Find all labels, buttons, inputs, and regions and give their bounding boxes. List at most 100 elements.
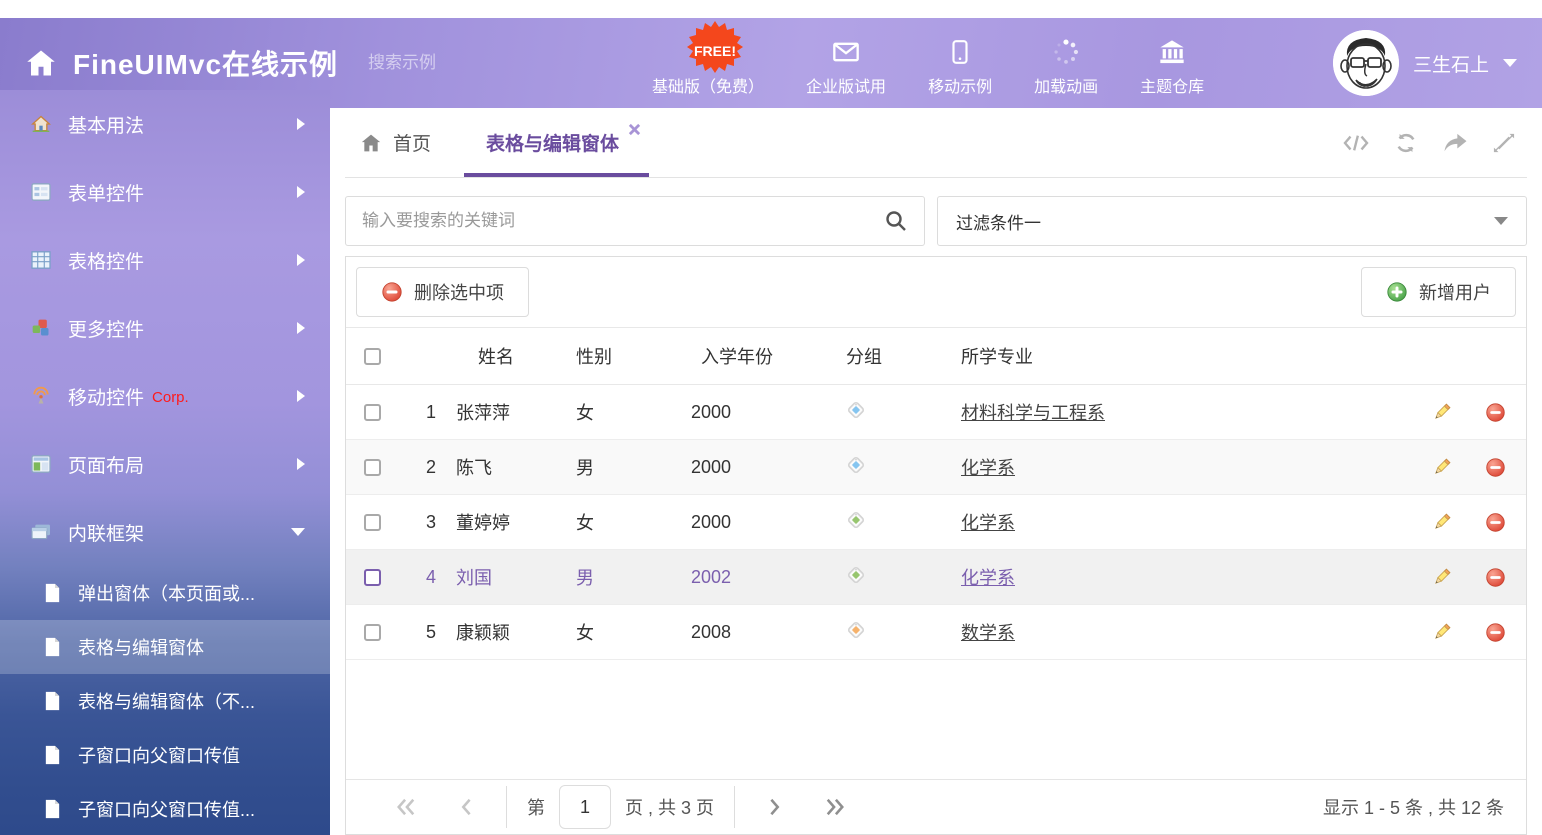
- major-link[interactable]: 数学系: [961, 623, 1015, 643]
- envelope-icon: [831, 38, 861, 66]
- bank-icon: [1157, 38, 1187, 66]
- close-icon[interactable]: [628, 123, 641, 141]
- nav-item-theme-repo[interactable]: 主题仓库: [1140, 30, 1204, 97]
- delete-icon[interactable]: [1464, 457, 1526, 478]
- sidebar-item-form-controls[interactable]: 表单控件: [0, 158, 330, 226]
- column-header-major[interactable]: 所学专业: [941, 343, 1419, 369]
- chevron-down-icon: [1494, 217, 1508, 225]
- home-icon: [360, 133, 382, 153]
- cell-year: 2002: [671, 567, 826, 588]
- major-link[interactable]: 材料科学与工程系: [961, 403, 1105, 423]
- filter-dropdown[interactable]: 过滤条件一: [937, 196, 1527, 246]
- filter-row: 过滤条件一: [345, 196, 1527, 246]
- table-row[interactable]: 3 董婷婷 女 2000 化学系: [346, 495, 1526, 550]
- cell-gender: 男: [556, 564, 671, 590]
- row-checkbox[interactable]: [364, 404, 381, 421]
- sidebar-subitem-child-to-parent-2[interactable]: 子窗口向父窗口传值...: [0, 782, 330, 835]
- major-link[interactable]: 化学系: [961, 513, 1015, 533]
- minus-circle-icon: [381, 281, 403, 303]
- next-page-icon[interactable]: [768, 797, 782, 817]
- grid-empty-area: [346, 660, 1526, 779]
- row-number: 3: [398, 512, 436, 533]
- nav-item-loading-animation[interactable]: 加载动画: [1034, 30, 1098, 97]
- header-search[interactable]: [368, 52, 573, 74]
- keyword-search-input[interactable]: [362, 211, 884, 231]
- sidebar-subitem-grid-edit-window[interactable]: 表格与编辑窗体: [0, 620, 330, 674]
- delete-icon[interactable]: [1464, 622, 1526, 643]
- page-number-input[interactable]: [559, 785, 611, 829]
- expand-icon[interactable]: [1493, 132, 1515, 154]
- select-all-checkbox[interactable]: [364, 348, 381, 365]
- tag-icon: [846, 400, 866, 420]
- tab-grid-edit-window[interactable]: 表格与编辑窗体: [464, 108, 649, 177]
- row-checkbox[interactable]: [364, 624, 381, 641]
- sidebar-item-basic-usage[interactable]: 基本用法: [0, 90, 330, 158]
- keyword-search[interactable]: [345, 196, 925, 246]
- row-checkbox[interactable]: [364, 514, 381, 531]
- delete-selected-button[interactable]: 删除选中项: [356, 267, 529, 317]
- edit-icon[interactable]: [1419, 402, 1464, 422]
- sidebar-subitem-child-to-parent[interactable]: 子窗口向父窗口传值: [0, 728, 330, 782]
- row-checkbox[interactable]: [364, 569, 381, 586]
- edit-icon[interactable]: [1419, 567, 1464, 587]
- last-page-icon[interactable]: [824, 797, 846, 817]
- sidebar-item-page-layout[interactable]: 页面布局: [0, 430, 330, 498]
- major-link[interactable]: 化学系: [961, 458, 1015, 478]
- source-code-icon[interactable]: [1343, 132, 1369, 154]
- share-icon[interactable]: [1443, 132, 1468, 154]
- edit-icon[interactable]: [1419, 512, 1464, 532]
- table-row[interactable]: 2 陈飞 男 2000 化学系: [346, 440, 1526, 495]
- nav-item-mobile-demo[interactable]: 移动示例: [928, 30, 992, 97]
- column-header-gender[interactable]: 性别: [556, 343, 671, 369]
- sidebar-item-mobile-controls[interactable]: 移动控件 Corp.: [0, 362, 330, 430]
- cell-name: 董婷婷: [436, 509, 556, 535]
- table-row[interactable]: 5 康颖颖 女 2008 数学系: [346, 605, 1526, 660]
- sidebar-item-inline-frame[interactable]: 内联框架: [0, 498, 330, 566]
- prev-page-icon[interactable]: [459, 797, 473, 817]
- delete-icon[interactable]: [1464, 402, 1526, 423]
- sidebar-subitem-grid-edit-window-2[interactable]: 表格与编辑窗体（不...: [0, 674, 330, 728]
- tab-home[interactable]: 首页: [360, 129, 431, 156]
- add-user-button[interactable]: 新增用户: [1361, 267, 1516, 317]
- delete-icon[interactable]: [1464, 512, 1526, 533]
- phone-icon: [947, 38, 973, 66]
- header-search-input[interactable]: [368, 53, 589, 73]
- chevron-right-icon: [297, 186, 305, 198]
- column-header-year[interactable]: 入学年份: [671, 343, 826, 369]
- refresh-icon[interactable]: [1394, 132, 1418, 154]
- user-menu[interactable]: 三生石上: [1333, 30, 1517, 96]
- major-link[interactable]: 化学系: [961, 568, 1015, 588]
- avatar-face-icon: [1333, 30, 1399, 96]
- sidebar-subitem-popup-window[interactable]: 弹出窗体（本页面或...: [0, 566, 330, 620]
- tab-bar: 首页 表格与编辑窗体: [345, 108, 1527, 178]
- sidebar: 基本用法 表单控件 表格控件 更多控件 移动控件 Corp. 页面布局 内联框架…: [0, 90, 330, 835]
- column-header-name[interactable]: 姓名: [436, 343, 556, 369]
- nav-item-enterprise-trial[interactable]: 企业版试用: [806, 30, 886, 97]
- cell-year: 2008: [671, 622, 826, 643]
- app-title: FineUIMvc在线示例: [73, 43, 338, 83]
- sidebar-item-grid-controls[interactable]: 表格控件: [0, 226, 330, 294]
- page-icon: [44, 583, 61, 603]
- cell-gender: 男: [556, 454, 671, 480]
- edit-icon[interactable]: [1419, 622, 1464, 642]
- cell-name: 刘国: [436, 564, 556, 590]
- row-checkbox[interactable]: [364, 459, 381, 476]
- sidebar-item-more-controls[interactable]: 更多控件: [0, 294, 330, 362]
- avatar[interactable]: [1333, 30, 1399, 96]
- wireless-icon: [30, 386, 52, 406]
- brand[interactable]: FineUIMvc在线示例: [25, 43, 338, 83]
- tag-icon: [846, 510, 866, 530]
- table-row[interactable]: 4 刘国 男 2002 化学系: [346, 550, 1526, 605]
- cell-gender: 女: [556, 619, 671, 645]
- frames-icon: [30, 523, 52, 541]
- table-row[interactable]: 1 张萍萍 女 2000 材料科学与工程系: [346, 385, 1526, 440]
- edit-icon[interactable]: [1419, 457, 1464, 477]
- row-number: 4: [398, 567, 436, 588]
- column-header-group[interactable]: 分组: [826, 343, 941, 369]
- tab-toolbar: [1343, 132, 1515, 154]
- delete-icon[interactable]: [1464, 567, 1526, 588]
- form-icon: [30, 183, 52, 201]
- page-icon: [44, 691, 61, 711]
- search-icon[interactable]: [884, 209, 908, 233]
- first-page-icon[interactable]: [395, 797, 417, 817]
